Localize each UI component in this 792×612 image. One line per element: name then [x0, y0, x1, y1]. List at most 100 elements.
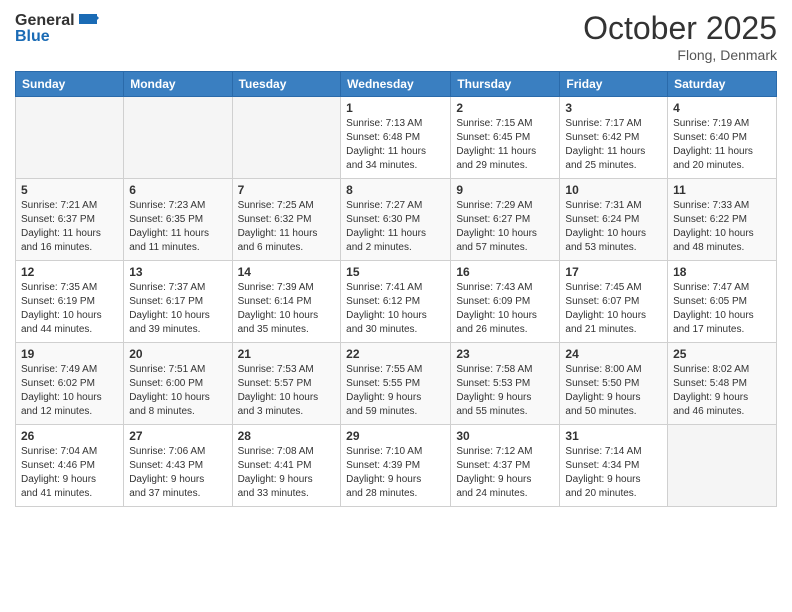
calendar-cell-1-1: 6 Sunrise: 7:23 AM Sunset: 6:35 PM Daylig…: [124, 179, 232, 261]
week-row-3: 12Sunrise: 7:35 AM Sunset: 6:19 PM Dayli…: [16, 261, 777, 343]
logo-icon: [77, 10, 99, 32]
day-info: Sunrise: 7:10 AM Sunset: 4:39 PM Dayligh…: [346, 445, 445, 501]
day-info: Sunrise: 7:14 AM Sunset: 4:34 PM Dayligh…: [565, 445, 662, 501]
day-number: 23: [456, 347, 554, 361]
calendar-cell-1-3: 8Sunrise: 7:27 AM Sunset: 6:30 PM Daylig…: [341, 179, 451, 261]
day-number: 10: [565, 183, 662, 197]
location: Flong, Denmark: [583, 47, 777, 63]
month-title: October 2025: [583, 10, 777, 47]
calendar-cell-4-4: 30Sunrise: 7:12 AM Sunset: 4:37 PM Dayli…: [451, 425, 560, 507]
calendar-cell-0-6: 4 Sunrise: 7:19 AM Sunset: 6:40 PM Daylig…: [668, 97, 777, 179]
day-info: Sunrise: 7:21 AM Sunset: 6:37 PM Dayligh…: [21, 199, 118, 255]
day-number: 31: [565, 429, 662, 443]
day-number: 8: [346, 183, 445, 197]
day-number: 22: [346, 347, 445, 361]
header: General Blue October 2025 Flong, Denmark: [15, 10, 777, 63]
calendar-cell-4-1: 27Sunrise: 7:06 AM Sunset: 4:43 PM Dayli…: [124, 425, 232, 507]
day-info: Sunrise: 7:15 AM Sunset: 6:45 PM Dayligh…: [456, 117, 554, 173]
calendar-cell-3-6: 25 Sunrise: 8:02 AM Sunset: 5:48 PM Dayli…: [668, 343, 777, 425]
day-info: Sunrise: 8:02 AM Sunset: 5:48 PM Dayligh…: [673, 363, 771, 419]
day-info: Sunrise: 7:12 AM Sunset: 4:37 PM Dayligh…: [456, 445, 554, 501]
calendar-cell-1-6: 11Sunrise: 7:33 AM Sunset: 6:22 PM Dayli…: [668, 179, 777, 261]
day-number: 14: [238, 265, 336, 279]
day-number: 6: [129, 183, 226, 197]
col-saturday: Saturday: [668, 72, 777, 97]
day-number: 24: [565, 347, 662, 361]
day-info: Sunrise: 7:29 AM Sunset: 6:27 PM Dayligh…: [456, 199, 554, 255]
logo: General Blue: [15, 10, 99, 46]
day-number: 25: [673, 347, 771, 361]
day-number: 7: [238, 183, 336, 197]
week-row-5: 26 Sunrise: 7:04 AM Sunset: 4:46 PM Dayli…: [16, 425, 777, 507]
day-info: Sunrise: 7:43 AM Sunset: 6:09 PM Dayligh…: [456, 281, 554, 337]
day-number: 13: [129, 265, 226, 279]
calendar-table: Sunday Monday Tuesday Wednesday Thursday…: [15, 71, 777, 507]
day-number: 29: [346, 429, 445, 443]
calendar-cell-0-2: [232, 97, 341, 179]
day-info: Sunrise: 7:25 AM Sunset: 6:32 PM Dayligh…: [238, 199, 336, 255]
day-info: Sunrise: 7:37 AM Sunset: 6:17 PM Dayligh…: [129, 281, 226, 337]
col-wednesday: Wednesday: [341, 72, 451, 97]
logo-blue-text: Blue: [15, 28, 50, 46]
day-info: Sunrise: 7:23 AM Sunset: 6:35 PM Dayligh…: [129, 199, 226, 255]
calendar-cell-2-0: 12Sunrise: 7:35 AM Sunset: 6:19 PM Dayli…: [16, 261, 124, 343]
calendar-cell-4-5: 31 Sunrise: 7:14 AM Sunset: 4:34 PM Dayli…: [560, 425, 668, 507]
day-number: 21: [238, 347, 336, 361]
title-section: October 2025 Flong, Denmark: [583, 10, 777, 63]
day-info: Sunrise: 7:33 AM Sunset: 6:22 PM Dayligh…: [673, 199, 771, 255]
calendar-cell-0-3: 1 Sunrise: 7:13 AM Sunset: 6:48 PM Daylig…: [341, 97, 451, 179]
calendar-cell-3-4: 23 Sunrise: 7:58 AM Sunset: 5:53 PM Dayli…: [451, 343, 560, 425]
day-number: 20: [129, 347, 226, 361]
calendar-cell-4-6: [668, 425, 777, 507]
day-number: 18: [673, 265, 771, 279]
calendar-cell-0-0: [16, 97, 124, 179]
calendar-cell-0-4: 2 Sunrise: 7:15 AM Sunset: 6:45 PM Daylig…: [451, 97, 560, 179]
day-number: 26: [21, 429, 118, 443]
day-info: Sunrise: 7:13 AM Sunset: 6:48 PM Dayligh…: [346, 117, 445, 173]
day-number: 17: [565, 265, 662, 279]
calendar-cell-2-4: 16Sunrise: 7:43 AM Sunset: 6:09 PM Dayli…: [451, 261, 560, 343]
day-info: Sunrise: 7:08 AM Sunset: 4:41 PM Dayligh…: [238, 445, 336, 501]
header-row: Sunday Monday Tuesday Wednesday Thursday…: [16, 72, 777, 97]
day-info: Sunrise: 7:06 AM Sunset: 4:43 PM Dayligh…: [129, 445, 226, 501]
day-info: Sunrise: 7:58 AM Sunset: 5:53 PM Dayligh…: [456, 363, 554, 419]
calendar-cell-2-3: 15Sunrise: 7:41 AM Sunset: 6:12 PM Dayli…: [341, 261, 451, 343]
calendar-cell-2-6: 18Sunrise: 7:47 AM Sunset: 6:05 PM Dayli…: [668, 261, 777, 343]
calendar-cell-2-1: 13 Sunrise: 7:37 AM Sunset: 6:17 PM Dayli…: [124, 261, 232, 343]
col-thursday: Thursday: [451, 72, 560, 97]
day-info: Sunrise: 7:19 AM Sunset: 6:40 PM Dayligh…: [673, 117, 771, 173]
day-info: Sunrise: 7:45 AM Sunset: 6:07 PM Dayligh…: [565, 281, 662, 337]
day-number: 5: [21, 183, 118, 197]
col-monday: Monday: [124, 72, 232, 97]
calendar-cell-3-5: 24 Sunrise: 8:00 AM Sunset: 5:50 PM Dayli…: [560, 343, 668, 425]
day-info: Sunrise: 7:04 AM Sunset: 4:46 PM Dayligh…: [21, 445, 118, 501]
col-sunday: Sunday: [16, 72, 124, 97]
day-info: Sunrise: 7:39 AM Sunset: 6:14 PM Dayligh…: [238, 281, 336, 337]
calendar-cell-3-2: 21 Sunrise: 7:53 AM Sunset: 5:57 PM Dayli…: [232, 343, 341, 425]
col-tuesday: Tuesday: [232, 72, 341, 97]
day-number: 3: [565, 101, 662, 115]
day-number: 2: [456, 101, 554, 115]
day-number: 1: [346, 101, 445, 115]
calendar-cell-3-3: 22Sunrise: 7:55 AM Sunset: 5:55 PM Dayli…: [341, 343, 451, 425]
calendar-cell-4-3: 29 Sunrise: 7:10 AM Sunset: 4:39 PM Dayli…: [341, 425, 451, 507]
day-info: Sunrise: 7:51 AM Sunset: 6:00 PM Dayligh…: [129, 363, 226, 419]
calendar-cell-1-2: 7 Sunrise: 7:25 AM Sunset: 6:32 PM Daylig…: [232, 179, 341, 261]
day-number: 4: [673, 101, 771, 115]
calendar-cell-4-0: 26 Sunrise: 7:04 AM Sunset: 4:46 PM Dayli…: [16, 425, 124, 507]
day-number: 15: [346, 265, 445, 279]
calendar-cell-1-5: 10Sunrise: 7:31 AM Sunset: 6:24 PM Dayli…: [560, 179, 668, 261]
day-number: 12: [21, 265, 118, 279]
calendar-cell-1-4: 9Sunrise: 7:29 AM Sunset: 6:27 PM Daylig…: [451, 179, 560, 261]
calendar-cell-3-1: 20 Sunrise: 7:51 AM Sunset: 6:00 PM Dayli…: [124, 343, 232, 425]
calendar-cell-0-1: [124, 97, 232, 179]
week-row-2: 5 Sunrise: 7:21 AM Sunset: 6:37 PM Daylig…: [16, 179, 777, 261]
day-info: Sunrise: 8:00 AM Sunset: 5:50 PM Dayligh…: [565, 363, 662, 419]
calendar-cell-1-0: 5 Sunrise: 7:21 AM Sunset: 6:37 PM Daylig…: [16, 179, 124, 261]
calendar-cell-0-5: 3Sunrise: 7:17 AM Sunset: 6:42 PM Daylig…: [560, 97, 668, 179]
day-info: Sunrise: 7:53 AM Sunset: 5:57 PM Dayligh…: [238, 363, 336, 419]
calendar-cell-2-5: 17 Sunrise: 7:45 AM Sunset: 6:07 PM Dayli…: [560, 261, 668, 343]
page-container: General Blue October 2025 Flong, Denmark…: [0, 0, 792, 612]
col-friday: Friday: [560, 72, 668, 97]
day-info: Sunrise: 7:49 AM Sunset: 6:02 PM Dayligh…: [21, 363, 118, 419]
